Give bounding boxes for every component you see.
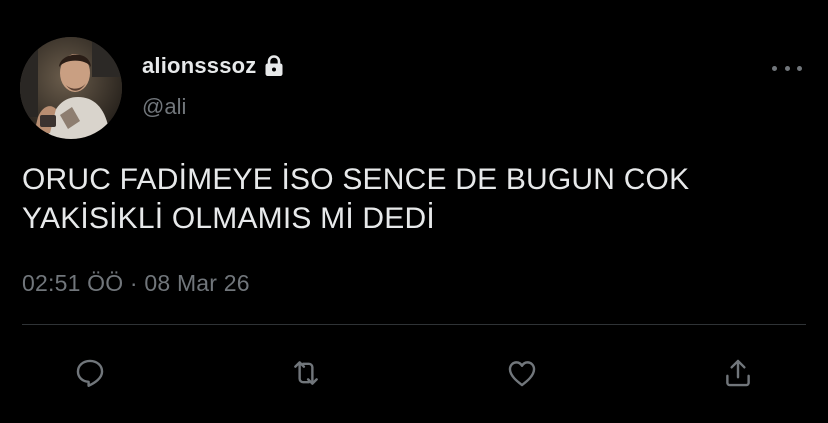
more-dot — [784, 65, 790, 71]
more-dot — [772, 65, 777, 71]
lock-icon — [262, 54, 286, 78]
reply-icon — [76, 359, 104, 387]
like-button[interactable] — [504, 355, 540, 391]
tweet-text-line: ORUC FADİMEYE İSO SENCE DE BUGUN COK — [22, 163, 690, 196]
display-name-row[interactable]: alionsssoz — [142, 52, 286, 80]
retweet-icon — [294, 361, 318, 385]
user-handle[interactable]: @ali — [142, 94, 186, 120]
retweet-button[interactable] — [288, 355, 324, 391]
tweet-text: ORUC FADİMEYE İSO SENCE DE BUGUN COK YAK… — [22, 160, 812, 238]
more-horizontal-icon[interactable] — [772, 58, 802, 78]
share-icon — [726, 359, 750, 387]
avatar[interactable] — [20, 37, 122, 139]
reply-button[interactable] — [72, 355, 108, 391]
divider — [22, 324, 806, 325]
more-dot — [797, 65, 802, 71]
heart-icon — [508, 361, 536, 387]
tweet-text-line: YAKİSİKLİ OLMAMIS Mİ DEDİ — [22, 202, 435, 235]
share-button[interactable] — [720, 355, 756, 391]
display-name[interactable]: alionsssoz — [142, 53, 256, 79]
tweet-timestamp[interactable]: 02:51 ÖÖ · 08 Mar 26 — [22, 270, 250, 297]
